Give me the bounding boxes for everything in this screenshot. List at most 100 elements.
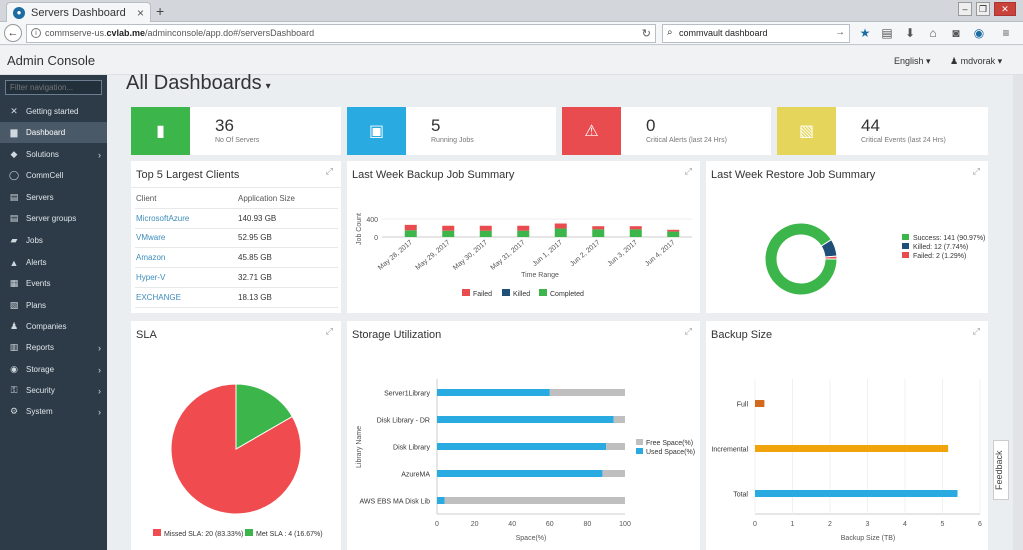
x-axis-label: Space(%) <box>516 535 547 542</box>
browser-tab[interactable]: ● Servers Dashboard × <box>6 2 151 22</box>
sidebar-item-servers[interactable]: ▤ Servers <box>0 187 107 208</box>
sidebar-item-icon: ✕ <box>10 106 18 116</box>
info-icon[interactable]: i <box>31 28 41 38</box>
x-tick-label: May 29, 2017 <box>415 239 452 272</box>
sidebar-item-jobs[interactable]: ▰ Jobs <box>0 230 107 251</box>
card-value: 44 <box>861 116 880 135</box>
table-row: VMware 52.95 GB <box>135 229 338 249</box>
reload-icon[interactable]: ↻ <box>642 27 651 40</box>
bar-failed <box>404 224 417 231</box>
extension-icon[interactable]: ◉ <box>972 26 986 40</box>
sidebar-item-icon: ▧ <box>9 300 19 310</box>
table-header: Client Application Size <box>135 189 338 209</box>
legend-label: Free Space(%) <box>646 440 693 447</box>
card-label: Running Jobs <box>431 137 474 144</box>
client-link[interactable]: EXCHANGE <box>135 293 238 302</box>
running-jobs-card[interactable]: ▣ 5 Running Jobs <box>347 107 556 155</box>
sidebar-item-plans[interactable]: ▧ Plans <box>0 295 107 316</box>
bar-used-space <box>437 416 614 423</box>
expand-icon[interactable]: ⤢ <box>326 166 333 177</box>
server-icon: ▮ <box>131 107 190 155</box>
url-domain: cvlab.me <box>106 28 146 38</box>
legend-swatch <box>245 529 253 536</box>
language-selector[interactable]: English ▾ <box>894 56 931 67</box>
restore-icon[interactable]: ❐ <box>976 2 990 16</box>
minimize-icon[interactable]: – <box>958 2 972 16</box>
x-axis-label: Time Range <box>521 272 559 279</box>
sidebar: ✕ Getting started ▆ Dashboard ◆ Solutions › ◯ Co… <box>0 75 107 550</box>
bookmarks-list-icon[interactable]: ▤ <box>880 26 894 40</box>
user-menu[interactable]: ♟ mdvorak ▾ <box>950 56 1002 67</box>
sidebar-item-label: CommCell <box>26 171 64 180</box>
sidebar-item-icon: ⚿ <box>10 385 18 395</box>
window-close-icon[interactable]: ✕ <box>994 2 1016 16</box>
user-icon: ♟ <box>950 56 959 66</box>
page-scrollbar[interactable] <box>1013 75 1023 550</box>
sidebar-item-commcell[interactable]: ◯ CommCell <box>0 165 107 186</box>
pie-slice-failed <box>824 255 838 260</box>
servers-card[interactable]: ▮ 36 No Of Servers <box>131 107 341 155</box>
browser-nav-bar: ← i commserve-us.cvlab.me/adminconsole/a… <box>0 22 1023 45</box>
x-tick-label: 6 <box>978 521 982 528</box>
filter-navigation-input[interactable] <box>5 80 102 95</box>
client-link[interactable]: Hyper-V <box>135 273 238 282</box>
card-value: 36 <box>215 116 234 135</box>
x-tick-label: Jun 2, 2017 <box>569 239 602 268</box>
pocket-icon[interactable]: ◙ <box>949 26 963 40</box>
client-link[interactable]: MicrosoftAzure <box>135 214 238 223</box>
browser-search-input[interactable]: ⌕ commvault dashboard → <box>662 24 850 43</box>
critical-events-card[interactable]: ▧ 44 Critical Events (last 24 Hrs) <box>777 107 988 155</box>
critical-alerts-card[interactable]: ⚠ 0 Critical Alerts (last 24 Hrs) <box>562 107 771 155</box>
sidebar-item-label: Dashboard <box>26 128 66 137</box>
address-bar[interactable]: i commserve-us.cvlab.me/adminconsole/app… <box>26 24 656 43</box>
card-label: Critical Events (last 24 Hrs) <box>861 137 946 144</box>
y-tick-label: Disk Library <box>393 445 430 452</box>
y-tick-label: Disk Library - DR <box>377 418 430 425</box>
search-go-icon[interactable]: → <box>835 27 845 38</box>
legend-label: Used Space(%) <box>646 449 695 456</box>
dashboard-caret-icon[interactable]: ▾ <box>266 81 271 92</box>
y-tick-label: Full <box>737 402 749 409</box>
user-name: mdvorak ▾ <box>960 56 1003 66</box>
sidebar-item-label: Getting started <box>26 107 79 116</box>
clients-table: Client Application Size MicrosoftAzure 14… <box>135 189 338 308</box>
sidebar-item-dashboard[interactable]: ▆ Dashboard <box>0 122 107 143</box>
home-icon[interactable]: ⌂ <box>926 26 940 40</box>
page-title[interactable]: All Dashboards ▾ <box>126 72 271 95</box>
card-value: 5 <box>431 116 441 135</box>
bar-completed <box>442 230 455 237</box>
bookmark-star-icon[interactable]: ★ <box>858 26 872 40</box>
bar-failed <box>517 225 530 231</box>
back-arrow-icon[interactable]: ← <box>4 24 22 42</box>
new-tab-button[interactable]: + <box>156 3 164 19</box>
sidebar-item-getting-started[interactable]: ✕ Getting started <box>0 101 107 122</box>
sidebar-item-solutions[interactable]: ◆ Solutions › <box>0 144 107 165</box>
legend-swatch <box>636 439 643 445</box>
restore-job-chart: Success: 141 (90.97%) Killed: 12 (7.74%) F… <box>764 222 985 296</box>
column-header-size: Application Size <box>238 193 295 203</box>
bar-used-space <box>437 470 603 477</box>
sidebar-item-label: Servers <box>26 193 54 202</box>
sidebar-item-system[interactable]: ⚙ System › <box>0 401 107 422</box>
sidebar-item-reports[interactable]: ▥ Reports › <box>0 337 107 358</box>
sidebar-item-storage[interactable]: ◉ Storage › <box>0 359 107 380</box>
sidebar-item-icon: ▤ <box>9 192 19 202</box>
sidebar-item-server-groups[interactable]: ▤ Server groups <box>0 208 107 229</box>
bar-completed <box>667 231 680 237</box>
client-link[interactable]: VMware <box>135 233 238 242</box>
sidebar-item-label: Alerts <box>26 258 47 267</box>
sidebar-item-icon: ◯ <box>8 170 20 180</box>
top-clients-panel: Top 5 Largest Clients ⤢ Client Applicati… <box>131 161 341 313</box>
client-link[interactable]: Amazon <box>135 253 238 262</box>
sidebar-item-security[interactable]: ⚿ Security › <box>0 380 107 401</box>
menu-icon[interactable]: ≡ <box>999 26 1013 40</box>
tab-close-icon[interactable]: × <box>137 6 144 20</box>
feedback-tab[interactable]: Feedback <box>993 440 1009 500</box>
legend-swatch <box>462 289 470 296</box>
search-value: commvault dashboard <box>679 28 768 38</box>
sidebar-item-companies[interactable]: ♟ Companies <box>0 316 107 337</box>
sidebar-item-events[interactable]: ▦ Events <box>0 273 107 294</box>
download-icon[interactable]: ⬇ <box>903 26 917 40</box>
sidebar-item-alerts[interactable]: ▲ Alerts <box>0 252 107 273</box>
legend-swatch <box>153 529 161 536</box>
